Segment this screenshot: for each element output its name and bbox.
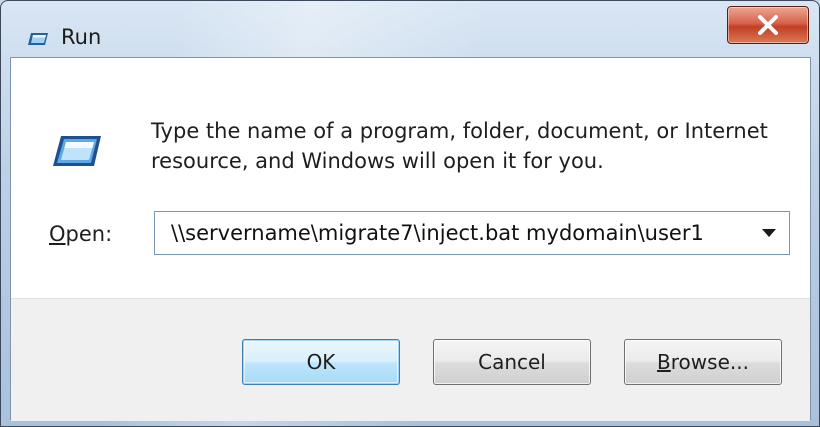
close-icon — [758, 15, 778, 35]
run-dialog-window: Run Type the name of a program, folder, … — [0, 0, 820, 427]
browse-button[interactable]: Browse... — [624, 339, 782, 385]
title-bar[interactable]: Run — [1, 1, 819, 57]
dialog-content: Type the name of a program, folder, docu… — [11, 58, 810, 298]
open-label: Open: — [49, 222, 113, 246]
close-button[interactable] — [727, 6, 809, 44]
ok-button[interactable]: OK — [242, 339, 400, 385]
open-combobox[interactable] — [154, 211, 790, 255]
dialog-description: Type the name of a program, folder, docu… — [151, 119, 768, 173]
dialog-client-area: Type the name of a program, folder, docu… — [10, 57, 811, 421]
run-icon — [51, 134, 103, 168]
chevron-down-icon — [762, 229, 776, 237]
button-bar: OK Cancel Browse... — [11, 298, 810, 421]
dropdown-button[interactable] — [749, 212, 789, 254]
window-title: Run — [61, 25, 102, 49]
open-input[interactable] — [155, 212, 749, 254]
run-icon — [27, 31, 49, 45]
cancel-button[interactable]: Cancel — [433, 339, 591, 385]
